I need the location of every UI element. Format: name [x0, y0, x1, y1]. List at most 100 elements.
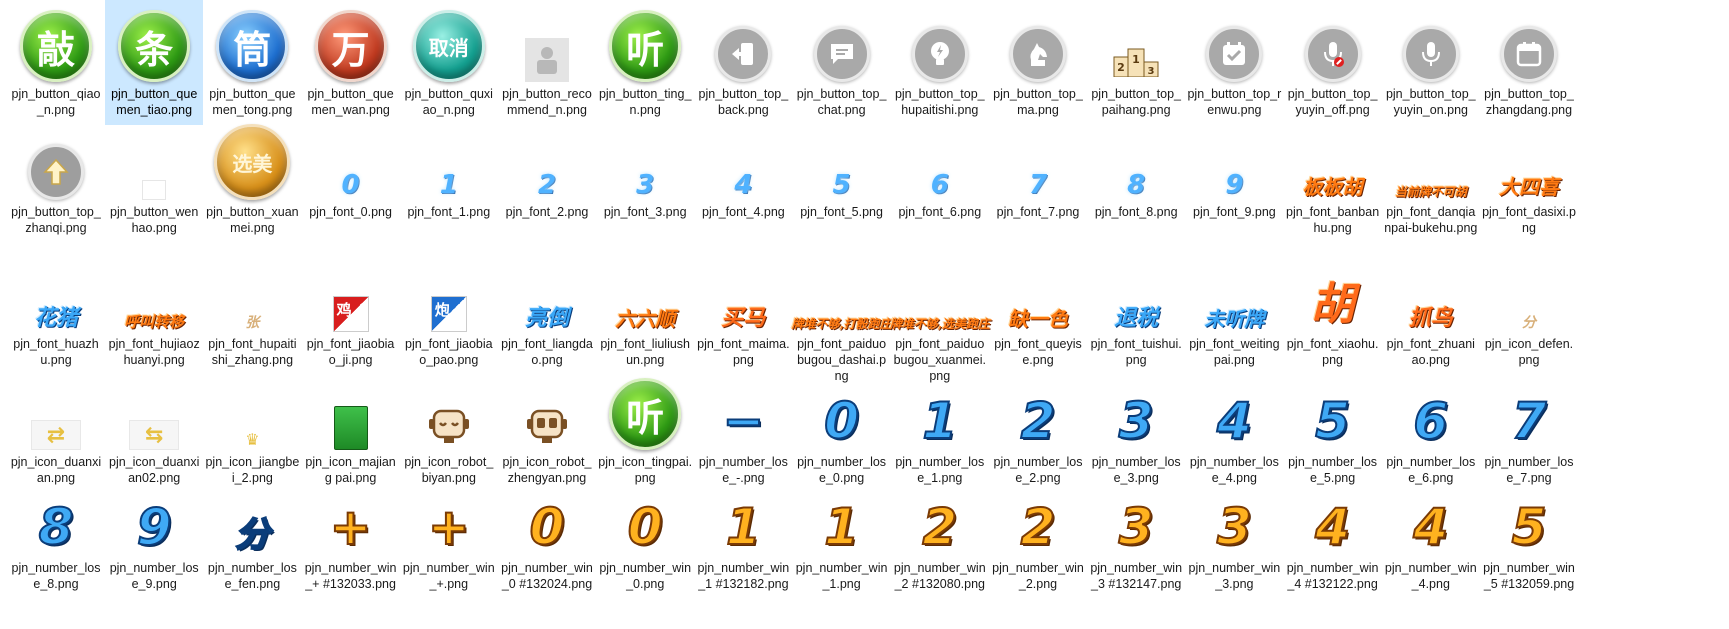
- file-item[interactable]: 呼叫转移 pjn_font_hujiaozhuanyi.png: [105, 250, 203, 375]
- file-item[interactable]: 买马 pjn_font_maima.png: [694, 250, 792, 375]
- file-name-label: pjn_font_jiaobiao_pao.png: [405, 337, 493, 367]
- file-item[interactable]: 大四喜 pjn_font_dasixi.png: [1480, 118, 1578, 243]
- file-item[interactable]: 0 pjn_number_win_0 #132024.png: [498, 474, 596, 599]
- file-item[interactable]: 未听牌 pjn_font_weitingpai.png: [1185, 250, 1283, 375]
- file-item[interactable]: 3 pjn_number_win_3.png: [1185, 474, 1283, 599]
- file-thumbnail: 8: [1087, 118, 1185, 204]
- file-item[interactable]: pjn_button_top_yuyin_on.png: [1382, 0, 1480, 125]
- orange-text-icon: 抓鸟: [1408, 305, 1453, 331]
- lose-digit-icon: 8: [38, 497, 75, 557]
- circle-gold-character-icon: 选美: [214, 124, 291, 200]
- task-calendar-icon: [1206, 26, 1263, 82]
- file-item[interactable]: pjn_button_top_back.png: [694, 0, 792, 125]
- file-item[interactable]: pjn_button_top_ma.png: [989, 0, 1087, 125]
- file-name-label: pjn_number_win_0 #132024.png: [501, 561, 593, 591]
- file-item[interactable]: pjn_button_top_zhangdang.png: [1480, 0, 1578, 125]
- file-item[interactable]: 0 pjn_font_0.png: [302, 118, 400, 243]
- win-digit-icon: 1: [725, 497, 762, 557]
- file-item[interactable]: + pjn_number_win_+.png: [400, 474, 498, 599]
- file-item[interactable]: 万 pjn_button_quemen_wan.png: [302, 0, 400, 125]
- file-item[interactable]: 板板胡 pjn_font_banbanhu.png: [1284, 118, 1382, 243]
- file-thumbnail: 2: [989, 474, 1087, 560]
- file-thumbnail: 条: [105, 0, 203, 86]
- file-item[interactable]: pjn_button_top_chat.png: [793, 0, 891, 125]
- file-item[interactable]: pjn_button_top_zhanqi.png: [7, 118, 105, 243]
- file-name-label: pjn_number_win_2 #132080.png: [893, 561, 986, 591]
- file-thumbnail: 鸡: [302, 250, 400, 336]
- file-item[interactable]: 缺一色 pjn_font_queyise.png: [989, 250, 1087, 375]
- file-name-label: pjn_number_win_+ #132033.png: [304, 561, 397, 591]
- file-item[interactable]: pjn_button_recommend_n.png: [498, 0, 596, 125]
- lose-digit-icon: −: [721, 391, 765, 451]
- file-item[interactable]: 条 pjn_button_quemen_tiao.png: [105, 0, 204, 125]
- file-item[interactable]: 胡 pjn_font_xiaohu.png: [1284, 250, 1382, 375]
- win-digit-icon: 3: [1118, 497, 1155, 557]
- file-item[interactable]: 牌堆不够,选美跑庄 pjn_font_paiduobugou_xuanmei.pn…: [890, 250, 990, 383]
- win-digit-icon: 2: [1020, 497, 1057, 557]
- file-item[interactable]: 9 pjn_font_9.png: [1185, 118, 1283, 243]
- file-item[interactable]: 1 pjn_font_1.png: [400, 118, 498, 243]
- file-item[interactable]: 1 pjn_number_win_1.png: [793, 474, 891, 599]
- file-thumbnail: 4: [694, 118, 792, 204]
- file-item[interactable]: 当前牌不可胡 pjn_font_danqianpai-bukehu.png: [1382, 118, 1480, 243]
- file-name-label: pjn_font_maima.png: [697, 337, 790, 367]
- file-thumbnail: 5: [1480, 474, 1578, 560]
- file-item[interactable]: 炮 pjn_font_jiaobiao_pao.png: [400, 250, 498, 375]
- file-name-label: pjn_button_top_back.png: [698, 87, 789, 117]
- mic-on-icon: [1402, 26, 1459, 82]
- file-thumbnail: 0: [793, 368, 891, 454]
- file-item[interactable]: 退税 pjn_font_tuishui.png: [1087, 250, 1185, 375]
- file-name-label: pjn_font_1.png: [407, 205, 491, 219]
- file-item[interactable]: 花猪 pjn_font_huazhu.png: [7, 250, 105, 375]
- file-name-label: pjn_icon_defen.png: [1484, 337, 1574, 367]
- file-item[interactable]: 5 pjn_number_win_5 #132059.png: [1480, 474, 1578, 599]
- file-item[interactable]: 3 pjn_font_3.png: [596, 118, 694, 243]
- file-item[interactable]: 敲 pjn_button_qiao_n.png: [7, 0, 105, 125]
- file-item[interactable]: 1 pjn_number_win_1 #132182.png: [694, 474, 792, 599]
- file-thumbnail: [1382, 0, 1480, 86]
- file-item[interactable]: 0 pjn_number_win_0.png: [596, 474, 694, 599]
- file-item[interactable]: 8 pjn_number_lose_8.png: [7, 474, 105, 599]
- file-item[interactable]: pjn_button_top_renwu.png: [1185, 0, 1283, 125]
- file-item[interactable]: 2 pjn_number_win_2 #132080.png: [891, 474, 989, 599]
- file-name-label: pjn_font_liangdao.png: [501, 337, 593, 367]
- file-item[interactable]: 牌堆不够,打骰跑庄 pjn_font_paiduobugou_dashai.png: [792, 250, 892, 383]
- file-item[interactable]: 鸡 pjn_font_jiaobiao_ji.png: [302, 250, 400, 375]
- file-item[interactable]: 4 pjn_font_4.png: [694, 118, 792, 243]
- file-item[interactable]: pjn_button_top_yuyin_off.png: [1284, 0, 1382, 125]
- file-item[interactable]: 5 pjn_font_5.png: [793, 118, 891, 243]
- file-item[interactable]: 3 pjn_number_win_3 #132147.png: [1087, 474, 1185, 599]
- file-item[interactable]: 9 pjn_number_lose_9.png: [105, 474, 203, 599]
- file-item[interactable]: 4 pjn_number_win_4.png: [1382, 474, 1480, 599]
- file-item[interactable]: 2 pjn_font_2.png: [498, 118, 596, 243]
- placeholder-icon: [525, 38, 569, 82]
- file-item[interactable]: 亮倒 pjn_font_liangdao.png: [498, 250, 596, 375]
- file-item[interactable]: 8 pjn_font_8.png: [1087, 118, 1185, 243]
- win-digit-icon: 4: [1314, 497, 1351, 557]
- file-item[interactable]: 7 pjn_font_7.png: [989, 118, 1087, 243]
- file-item[interactable]: 六六顺 pjn_font_liuliushun.png: [596, 250, 694, 375]
- file-item[interactable]: + pjn_number_win_+ #132033.png: [302, 474, 400, 599]
- file-item[interactable]: 取消 pjn_button_quxiao_n.png: [400, 0, 498, 125]
- file-item[interactable]: 4 pjn_number_win_4 #132122.png: [1284, 474, 1382, 599]
- file-item[interactable]: 选美 pjn_button_xuanmei.png: [203, 118, 301, 243]
- file-thumbnail: [1480, 0, 1578, 86]
- red-corner-badge-icon: 鸡: [332, 296, 369, 332]
- file-item[interactable]: 分 pjn_number_lose_fen.png: [203, 474, 301, 599]
- file-item[interactable]: 抓鸟 pjn_font_zhuaniao.png: [1382, 250, 1480, 375]
- file-item[interactable]: 分 pjn_icon_defen.png: [1480, 250, 1578, 375]
- file-item[interactable]: pjn_button_wenhao.png: [105, 118, 203, 243]
- file-item[interactable]: 6 pjn_font_6.png: [891, 118, 989, 243]
- file-item[interactable]: pjn_button_top_hupaitishi.png: [891, 0, 989, 125]
- file-item[interactable]: 2 pjn_number_win_2.png: [989, 474, 1087, 599]
- file-item[interactable]: 1 2 3 pjn_button_top_paihang.png: [1087, 0, 1185, 125]
- file-item[interactable]: 筒 pjn_button_quemen_tong.png: [203, 0, 301, 125]
- circle-green-character-icon: 听: [609, 378, 682, 450]
- file-name-label: pjn_button_quemen_wan.png: [307, 87, 394, 117]
- file-name-label: pjn_font_weitingpai.png: [1189, 337, 1280, 367]
- orange-text-icon: 大四喜: [1499, 175, 1559, 199]
- file-thumbnail: [498, 0, 596, 86]
- file-item[interactable]: 张 pjn_font_hupaitishi_zhang.png: [203, 250, 301, 375]
- file-item[interactable]: 听 pjn_button_ting_n.png: [596, 0, 694, 125]
- file-thumbnail: 4: [1185, 368, 1283, 454]
